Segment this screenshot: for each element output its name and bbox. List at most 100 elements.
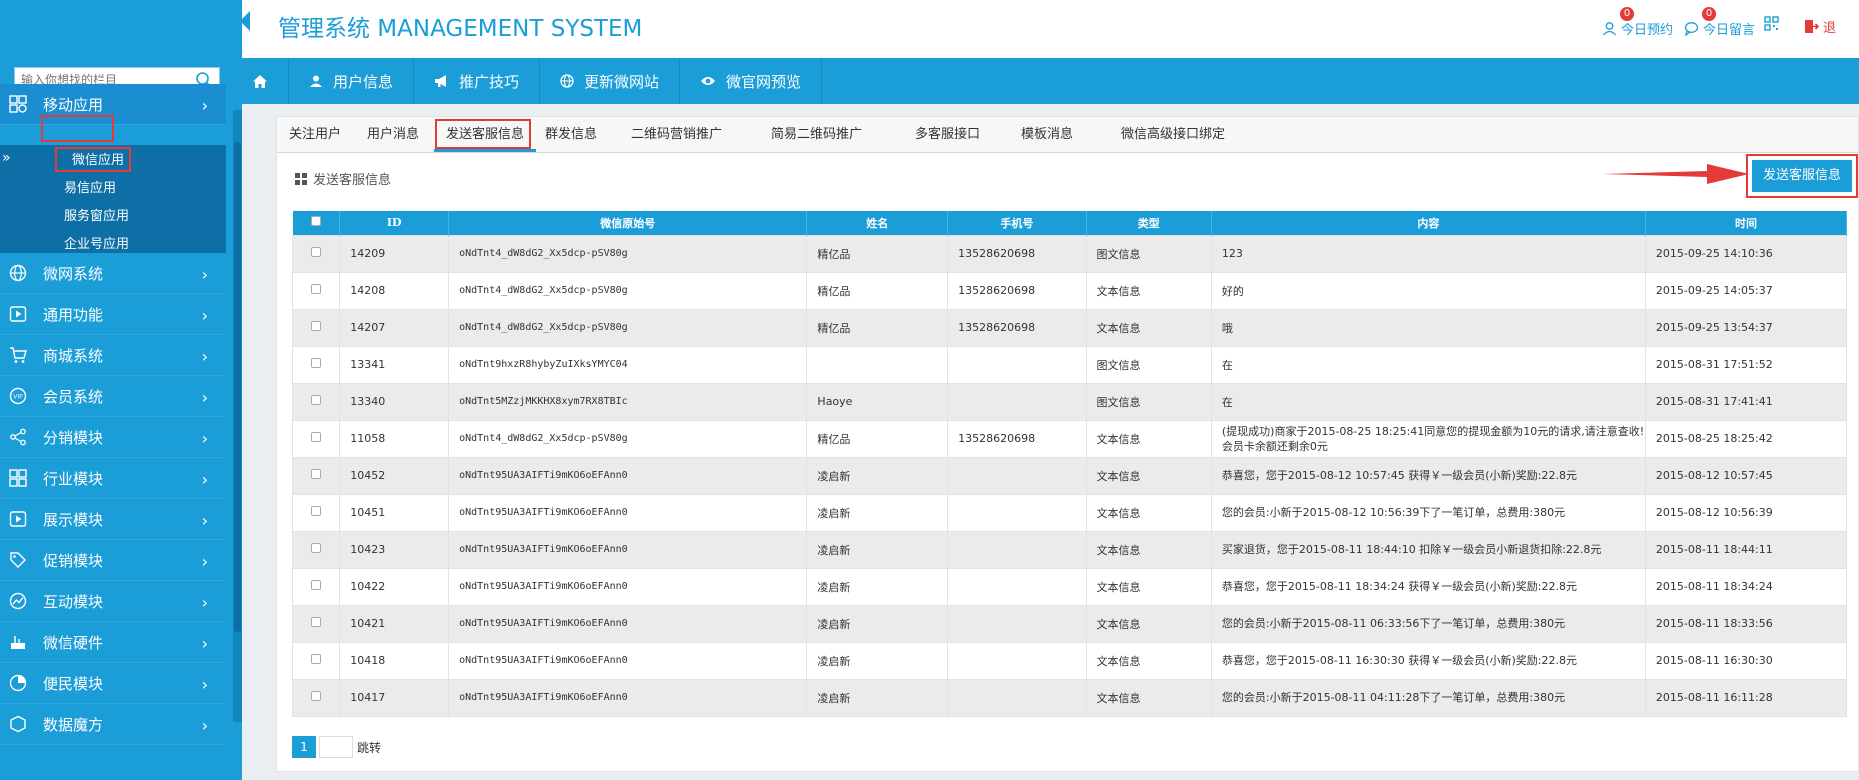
- sidebar-item-microsite[interactable]: 微网系统 ›: [0, 253, 226, 294]
- row-checkbox[interactable]: [311, 469, 322, 479]
- qrcode-link[interactable]: [1764, 16, 1783, 31]
- row-phone: [947, 530, 1087, 569]
- today-appointment-link[interactable]: 0 今日预约: [1602, 7, 1673, 38]
- chevron-right-icon: ›: [201, 306, 208, 325]
- topnav-user-info-label: 用户信息: [333, 72, 394, 91]
- row-checkbox[interactable]: [311, 321, 322, 331]
- row-checkbox[interactable]: [311, 284, 322, 294]
- sidebar-item-industry[interactable]: 行业模块 ›: [0, 458, 226, 499]
- sidebar-item-data-cube[interactable]: 数据魔方 ›: [0, 704, 226, 745]
- row-time: 2015-08-11 16:30:30: [1644, 641, 1848, 680]
- row-time: 2015-08-11 16:11:28: [1644, 678, 1848, 717]
- sidebar-item-label: 会员系统: [43, 387, 104, 406]
- sidebar-subitem-yixin-app[interactable]: 易信应用: [64, 178, 116, 200]
- topnav-site-preview-label: 微官网预览: [726, 72, 802, 91]
- row-phone: 13528620698: [947, 419, 1087, 458]
- row-checkbox[interactable]: [311, 543, 322, 553]
- send-button-highlight: [1746, 154, 1858, 198]
- row-checkbox[interactable]: [311, 358, 322, 368]
- col-header-content: 内容: [1211, 211, 1646, 235]
- sidebar-item-mall[interactable]: 商城系统 ›: [0, 335, 226, 376]
- home-icon: [253, 74, 267, 88]
- grid-icon: [9, 469, 27, 487]
- sidebar-item-label: 通用功能: [43, 305, 104, 324]
- sidebar-scrollbar-thumb[interactable]: [234, 142, 241, 632]
- sidebar-item-convenience[interactable]: 便民模块 ›: [0, 663, 226, 704]
- sidebar-item-label: 行业模块: [43, 469, 104, 488]
- topnav-site-preview[interactable]: 微官网预览: [680, 58, 823, 104]
- today-message-label: 今日留言: [1703, 23, 1756, 38]
- sidebar-item-general[interactable]: 通用功能 ›: [0, 294, 226, 335]
- sidebar-item-label: 展示模块: [43, 510, 104, 529]
- sidebar-item-interaction[interactable]: 互动模块 ›: [0, 581, 226, 622]
- select-all-checkbox[interactable]: [310, 216, 321, 227]
- page-1-button[interactable]: 1: [292, 736, 316, 758]
- sidebar-item-hardware[interactable]: 微信硬件 ›: [0, 622, 226, 663]
- row-checkbox[interactable]: [311, 395, 322, 405]
- sidebar-item-promotion[interactable]: 促销模块 ›: [0, 540, 226, 581]
- logout-link[interactable]: 退: [1804, 17, 1836, 36]
- tab-multi-service[interactable]: 多客服接口: [903, 117, 992, 152]
- row-checkbox[interactable]: [311, 506, 322, 516]
- row-type: 文本信息: [1085, 604, 1212, 643]
- row-checkbox[interactable]: [311, 580, 322, 590]
- row-openid: oNdTnt9hxzR8hybyZuIXksYMYC04: [448, 345, 808, 384]
- chart-icon: [9, 592, 27, 610]
- sidebar-subitem-enterprise-app[interactable]: 企业号应用: [64, 234, 129, 256]
- tab-bar: 关注用户 用户消息 发送客服信息 群发信息 二维码营销推广 简易二维码推广 多客服接口 模板消…: [277, 117, 1858, 153]
- megaphone-icon: [435, 75, 447, 87]
- tab-user-messages[interactable]: 用户消息: [355, 117, 431, 152]
- today-message-link[interactable]: 0 今日留言: [1684, 7, 1756, 38]
- vip-icon: VIP: [9, 387, 27, 405]
- table-row: 10417 oNdTnt95UA3AIFTi9mKO6oEFAnn0 凌启新 文本信息…: [291, 678, 1848, 717]
- row-name: Haoye: [806, 382, 949, 421]
- row-openid: oNdTnt95UA3AIFTi9mKO6oEFAnn0: [448, 530, 808, 569]
- tab-simple-qrcode[interactable]: 简易二维码推广: [759, 117, 874, 152]
- table-row: 13340 oNdTnt5MZzjMKKHX8xym7RX8TBIc Haoye 图文…: [291, 382, 1848, 421]
- row-openid: oNdTnt4_dW8dG2_Xx5dcp-pSV80g: [448, 234, 808, 273]
- sidebar-item-label: 互动模块: [43, 592, 104, 611]
- topnav-update-site-label: 更新微网站: [584, 72, 660, 91]
- row-type: 文本信息: [1085, 678, 1212, 717]
- topnav-promotion-tips[interactable]: 推广技巧: [414, 58, 541, 104]
- tab-qrcode-marketing[interactable]: 二维码营销推广: [619, 117, 734, 152]
- table-row: 14207 oNdTnt4_dW8dG2_Xx5dcp-pSV80g 精亿品 1352…: [291, 308, 1848, 347]
- top-nav: 用户信息 推广技巧 更新微网站 微官网预览: [242, 58, 1859, 104]
- message-count-badge: 0: [1702, 7, 1716, 21]
- row-name: 凌启新: [806, 641, 949, 680]
- row-openid: oNdTnt5MZzjMKKHX8xym7RX8TBIc: [448, 382, 808, 421]
- sidebar-item-member[interactable]: VIP 会员系统 ›: [0, 376, 226, 417]
- row-phone: [947, 678, 1087, 717]
- row-checkbox[interactable]: [311, 247, 322, 257]
- row-checkbox[interactable]: [311, 432, 322, 442]
- row-checkbox[interactable]: [311, 691, 322, 701]
- tab-followers[interactable]: 关注用户: [277, 117, 353, 152]
- home-button[interactable]: [242, 58, 289, 104]
- tab-mass-message[interactable]: 群发信息: [533, 117, 609, 152]
- section-title-label: 发送客服信息: [313, 173, 392, 188]
- row-time: 2015-09-25 13:54:37: [1644, 308, 1848, 347]
- row-name: [806, 345, 949, 384]
- page-jump-input[interactable]: [319, 736, 353, 758]
- tab-advanced-api-binding[interactable]: 微信高级接口绑定: [1109, 117, 1237, 152]
- sidebar-subitem-alipay-window-app[interactable]: 服务窗应用: [64, 206, 129, 228]
- topnav-user-info[interactable]: 用户信息: [289, 58, 415, 104]
- double-chevron-icon: »: [2, 150, 11, 166]
- chat-icon: [1684, 22, 1699, 36]
- tab-template-message[interactable]: 模板消息: [1009, 117, 1085, 152]
- table-header-row: ID 微信原始号 姓名 手机号 类型 内容 时间: [292, 211, 1848, 235]
- sidebar-item-distribution[interactable]: 分销模块 ›: [0, 417, 226, 458]
- row-checkbox[interactable]: [311, 617, 322, 627]
- logout-label: 退: [1823, 21, 1837, 36]
- row-content: 在: [1210, 345, 1646, 384]
- row-content: (提现成功)商家于2015-08-25 18:25:41同意您的提现金额为10元…: [1210, 419, 1646, 458]
- collapse-sidebar-icon[interactable]: [240, 11, 250, 31]
- row-id: 10451: [339, 493, 450, 532]
- page-jump-button[interactable]: 跳转: [357, 739, 381, 756]
- topnav-update-site[interactable]: 更新微网站: [540, 58, 681, 104]
- active-tab-highlight: [435, 119, 531, 149]
- sidebar-item-display[interactable]: 展示模块 ›: [0, 499, 226, 540]
- row-openid: oNdTnt95UA3AIFTi9mKO6oEFAnn0: [448, 493, 808, 532]
- row-phone: 13528620698: [947, 271, 1087, 310]
- row-checkbox[interactable]: [311, 654, 322, 664]
